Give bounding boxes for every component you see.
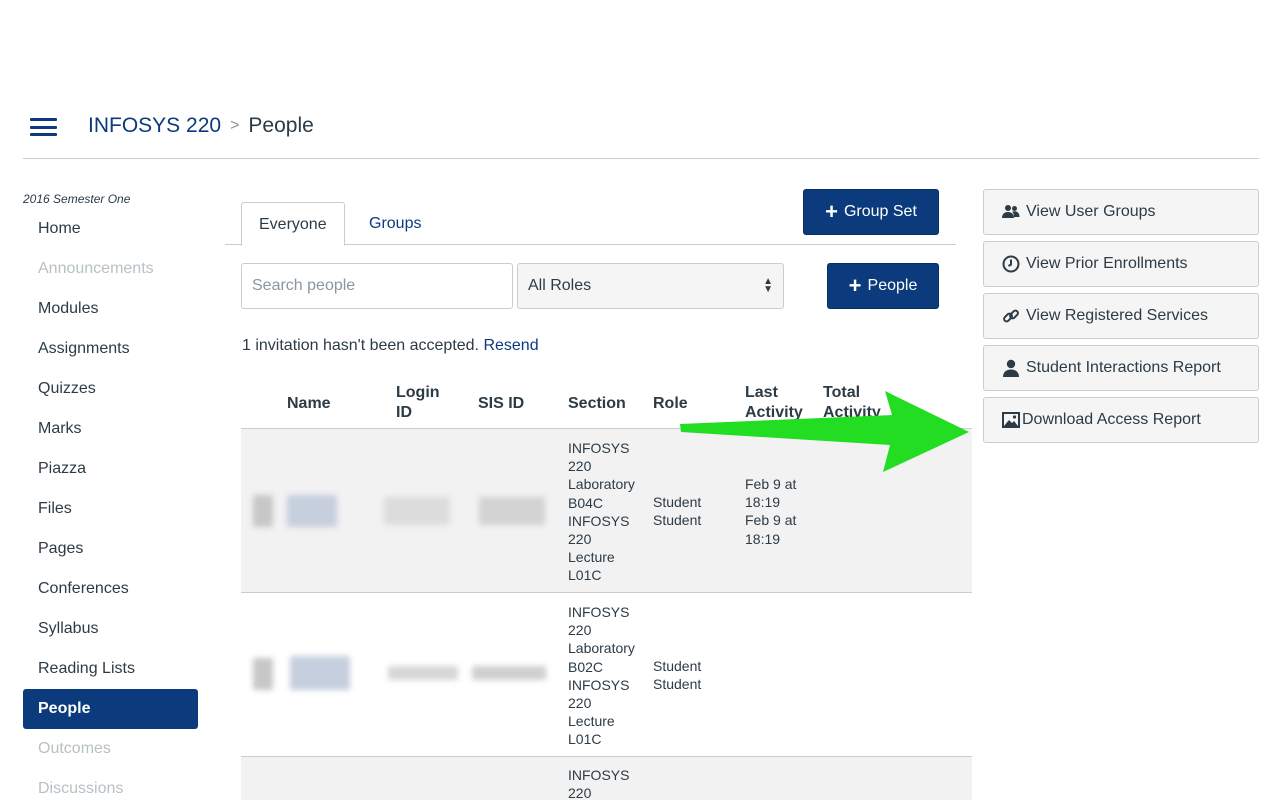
- select-arrows-icon: ▲ ▼: [763, 276, 773, 295]
- role-filter-select[interactable]: All Roles ▲ ▼: [517, 263, 784, 309]
- nav-item-announcements[interactable]: Announcements: [23, 249, 198, 289]
- column-header-name[interactable]: Name: [287, 394, 331, 414]
- nav-item-modules[interactable]: Modules: [23, 289, 198, 329]
- group-set-label: Group Set: [843, 203, 917, 220]
- resend-invitation-link[interactable]: Resend: [483, 337, 538, 354]
- student-interactions-report-button[interactable]: Student Interactions Report: [983, 345, 1259, 391]
- view-user-groups-button[interactable]: View User Groups: [983, 189, 1259, 235]
- column-header-sis-id[interactable]: SIS ID: [478, 394, 524, 414]
- plus-icon: +: [825, 199, 838, 224]
- nav-item-people[interactable]: People: [23, 689, 198, 729]
- redacted-sis-id: [472, 666, 546, 680]
- nav-item-syllabus[interactable]: Syllabus: [23, 609, 198, 649]
- download-access-report-button[interactable]: Download Access Report: [983, 397, 1259, 443]
- breadcrumb-course-link[interactable]: INFOSYS 220: [88, 114, 221, 138]
- nav-item-conferences[interactable]: Conferences: [23, 569, 198, 609]
- redacted-name[interactable]: [287, 495, 337, 527]
- view-prior-enrollments-button[interactable]: View Prior Enrollments: [983, 241, 1259, 287]
- column-header-login-id[interactable]: Login ID: [396, 383, 456, 423]
- invitation-notice: 1 invitation hasn't been accepted. Resen…: [242, 337, 539, 355]
- tab-groups[interactable]: Groups: [352, 202, 438, 246]
- breadcrumb: INFOSYS 220 > People: [88, 114, 314, 138]
- redacted-login-id: [384, 497, 450, 525]
- row-section: INFOSYS 220: [568, 767, 630, 800]
- clock-icon: [1001, 254, 1021, 274]
- search-people-input[interactable]: [241, 263, 513, 309]
- redacted-sis-id: [479, 497, 545, 525]
- view-prior-enrollments-label: View Prior Enrollments: [1026, 255, 1188, 272]
- row-last-activity: Feb 9 at 18:19 Feb 9 at 18:19: [745, 476, 797, 547]
- column-header-section[interactable]: Section: [568, 394, 626, 414]
- nav-item-outcomes[interactable]: Outcomes: [23, 729, 198, 769]
- tab-everyone[interactable]: Everyone: [241, 202, 345, 246]
- nav-item-reading-lists[interactable]: Reading Lists: [23, 649, 198, 689]
- annotation-arrow-icon: [680, 391, 969, 472]
- student-interactions-report-label: Student Interactions Report: [1026, 359, 1221, 376]
- add-group-set-button[interactable]: + Group Set: [803, 189, 939, 235]
- course-nav: Home Announcements Modules Assignments Q…: [23, 209, 198, 800]
- add-people-button[interactable]: + People: [827, 263, 939, 309]
- avatar: [253, 495, 273, 527]
- row-role: Student Student: [653, 658, 702, 693]
- row-role: Student Student: [653, 494, 702, 529]
- row-section: INFOSYS 220 Laboratory B02C INFOSYS 220 …: [568, 604, 635, 748]
- link-icon: [1001, 306, 1021, 326]
- term-label: 2016 Semester One: [23, 192, 131, 206]
- nav-item-assignments[interactable]: Assignments: [23, 329, 198, 369]
- image-icon: [1001, 410, 1021, 430]
- nav-item-piazza[interactable]: Piazza: [23, 449, 198, 489]
- breadcrumb-current: People: [248, 114, 314, 137]
- header-divider: [23, 158, 1259, 159]
- user-icon: [1001, 358, 1021, 378]
- redacted-login-id: [388, 666, 458, 680]
- nav-item-pages[interactable]: Pages: [23, 529, 198, 569]
- users-icon: [1001, 202, 1021, 222]
- view-registered-services-button[interactable]: View Registered Services: [983, 293, 1259, 339]
- nav-item-quizzes[interactable]: Quizzes: [23, 369, 198, 409]
- menu-toggle-icon[interactable]: [30, 118, 57, 136]
- nav-item-home[interactable]: Home: [23, 209, 198, 249]
- invitation-message: 1 invitation hasn't been accepted.: [242, 337, 479, 354]
- redacted-name[interactable]: [290, 656, 350, 690]
- nav-item-discussions[interactable]: Discussions: [23, 769, 198, 800]
- view-registered-services-label: View Registered Services: [1026, 307, 1209, 324]
- nav-item-files[interactable]: Files: [23, 489, 198, 529]
- row-section: INFOSYS 220 Laboratory B04C INFOSYS 220 …: [568, 440, 635, 584]
- plus-icon: +: [848, 273, 862, 298]
- breadcrumb-separator: >: [230, 117, 240, 134]
- add-people-label: People: [867, 277, 918, 294]
- avatar: [253, 658, 273, 690]
- nav-item-marks[interactable]: Marks: [23, 409, 198, 449]
- download-access-report-label: Download Access Report: [1022, 411, 1201, 428]
- role-filter-value: All Roles: [528, 277, 592, 294]
- view-user-groups-label: View User Groups: [1026, 203, 1156, 220]
